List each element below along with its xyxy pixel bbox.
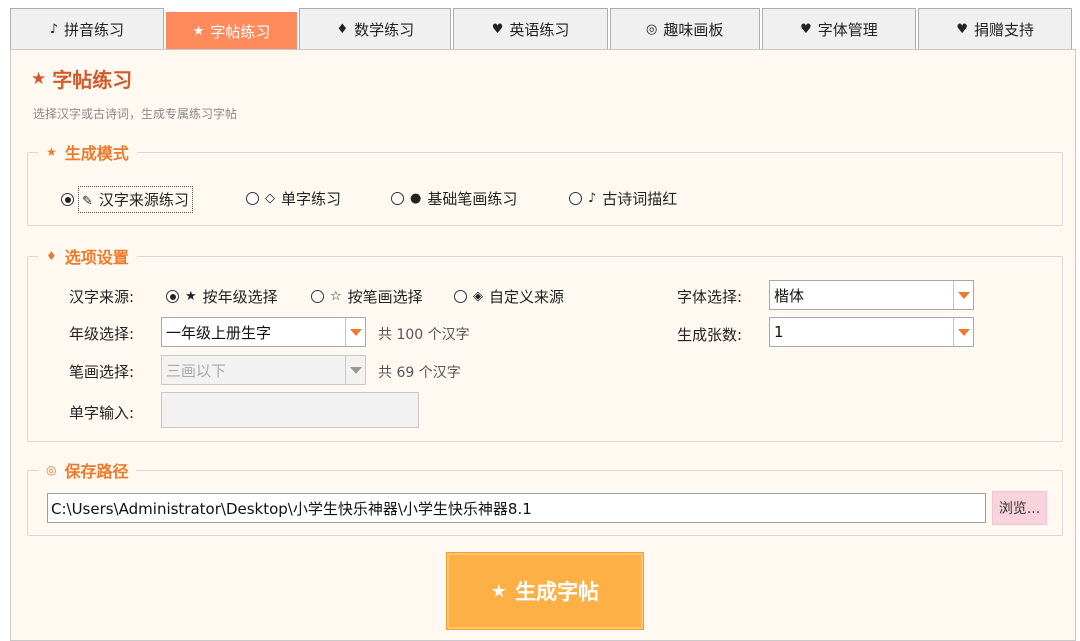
dropdown-arrow: [953, 318, 973, 346]
heart-icon: ♥: [491, 22, 504, 37]
tab-copybook[interactable]: ★ 字帖练习: [165, 12, 298, 50]
radio-text: 按年级选择: [202, 288, 278, 306]
sheets-label: 生成张数:: [677, 326, 743, 344]
tab-label: 英语练习: [509, 21, 570, 39]
radio-dot: [311, 290, 324, 303]
radio-text: 按笔画选择: [347, 288, 423, 306]
mode-group: ★ 生成模式: [27, 140, 1063, 226]
star-icon: ★: [185, 289, 197, 304]
sheets-select[interactable]: 1: [769, 317, 974, 347]
heart-icon: ♥: [800, 22, 812, 37]
radio-text: 古诗词描红: [602, 190, 678, 208]
dropdown-arrow: [345, 356, 365, 384]
options-legend-text: 选项设置: [64, 248, 129, 267]
chevron-down-icon: [349, 328, 362, 336]
star-icon: ★: [490, 580, 508, 602]
mode-radio-poetry-tracing[interactable]: ♪ 古诗词描红: [569, 188, 677, 209]
mode-radio-source-practice[interactable]: ✎ 汉字来源练习: [61, 186, 193, 213]
radio-text: 自定义来源: [489, 288, 565, 306]
diamond-icon: ♦: [46, 249, 57, 263]
pencil-icon: ✎: [82, 194, 93, 209]
tab-math[interactable]: ♦ 数学练习: [299, 8, 452, 50]
stroke-select[interactable]: 三画以下: [161, 355, 366, 385]
tab-label: 数学练习: [354, 21, 415, 39]
star-outline-icon: ☆: [330, 289, 342, 304]
radio-label: ✎ 汉字来源练习: [78, 186, 193, 213]
grade-label: 年级选择:: [69, 325, 135, 343]
radio-dot: [61, 193, 74, 206]
source-radio-by-stroke[interactable]: ☆ 按笔画选择: [311, 286, 423, 307]
page-title-text: 字帖练习: [52, 68, 133, 92]
music-note-icon: ♪: [49, 22, 58, 37]
font-label: 字体选择:: [677, 288, 743, 306]
source-radio-custom[interactable]: ◈ 自定义来源: [454, 286, 564, 307]
tab-label: 字帖练习: [210, 23, 271, 41]
generate-copybook-button[interactable]: ★ 生成字帖: [446, 552, 644, 630]
star-icon: ★: [46, 145, 57, 159]
mode-legend-text: 生成模式: [64, 144, 129, 163]
tab-label: 拼音练习: [63, 21, 124, 39]
heart-icon: ♥: [956, 22, 968, 37]
circle-icon: ◎: [46, 463, 57, 477]
tab-drawing-board[interactable]: ◎ 趣味画板: [609, 8, 760, 50]
tab-font-manager[interactable]: ♥ 字体管理: [761, 8, 917, 50]
stroke-count: 共 69 个汉字: [378, 365, 461, 381]
tab-english[interactable]: ♥ 英语练习: [453, 8, 608, 50]
generate-label: 生成字帖: [515, 580, 600, 604]
mode-radio-basic-strokes[interactable]: ● 基础笔画练习: [391, 188, 517, 209]
chevron-down-icon: [957, 291, 970, 299]
source-label: 汉字来源:: [69, 288, 135, 306]
radio-dot: [246, 192, 259, 205]
mode-radio-single-char[interactable]: ◇ 单字练习: [246, 188, 341, 209]
stroke-label: 笔画选择:: [69, 363, 135, 381]
stroke-select-value: 三画以下: [166, 361, 227, 380]
char-input-label: 单字输入:: [69, 404, 135, 422]
chevron-down-icon: [349, 366, 362, 374]
radio-text: 基础笔画练习: [427, 190, 518, 208]
browse-button[interactable]: 浏览...: [992, 491, 1047, 525]
page-title: ★ 字帖练习: [31, 64, 132, 93]
diamond-outline-icon: ◇: [265, 191, 275, 206]
radio-text: 汉字来源练习: [98, 191, 189, 209]
radio-text: 单字练习: [281, 190, 342, 208]
circle-icon: ◎: [646, 22, 658, 37]
bullet-icon: ●: [410, 191, 422, 206]
source-radio-by-grade[interactable]: ★ 按年级选择: [166, 286, 278, 307]
radio-dot: [569, 192, 582, 205]
sheets-select-value: 1: [774, 323, 784, 341]
font-select[interactable]: 楷体: [769, 280, 974, 310]
grade-count: 共 100 个汉字: [378, 327, 470, 343]
save-path-input[interactable]: C:\Users\Administrator\Desktop\小学生快乐神器\小…: [47, 493, 986, 523]
copybook-panel: ★ 字帖练习 选择汉字或古诗词，生成专属练习字帖 ★ 生成模式 ✎ 汉字来源练习 …: [10, 49, 1076, 641]
save-path-legend: ◎ 保存路径: [38, 458, 137, 482]
grade-select[interactable]: 一年级上册生字: [161, 317, 366, 347]
radio-dot: [391, 192, 404, 205]
tab-bar: ♪ 拼音练习 ★ 字帖练习 ♦ 数学练习 ♥ 英语练习 ◎ 趣味画板 ♥ 字体管…: [10, 6, 1074, 50]
options-legend: ♦ 选项设置: [38, 244, 137, 268]
diamond-icon: ♦: [336, 22, 349, 37]
tab-label: 捐赠支持: [973, 21, 1034, 39]
tab-label: 字体管理: [817, 21, 878, 39]
radio-dot: [166, 290, 179, 303]
dropdown-arrow: [345, 318, 365, 346]
tab-donate[interactable]: ♥ 捐赠支持: [918, 8, 1072, 50]
star-icon: ★: [192, 24, 205, 39]
music-note-icon: ♪: [588, 191, 597, 206]
mode-legend: ★ 生成模式: [38, 140, 137, 164]
font-select-value: 楷体: [774, 286, 805, 305]
star-icon: ★: [31, 68, 47, 89]
page-subtitle: 选择汉字或古诗词，生成专属练习字帖: [33, 107, 238, 121]
save-path-legend-text: 保存路径: [64, 462, 129, 481]
diamond-dot-icon: ◈: [473, 289, 483, 304]
chevron-down-icon: [957, 328, 970, 336]
radio-dot: [454, 290, 467, 303]
char-input[interactable]: [161, 392, 419, 428]
grade-select-value: 一年级上册生字: [166, 323, 272, 342]
tab-label: 趣味画板: [663, 21, 724, 39]
dropdown-arrow: [953, 281, 973, 309]
tab-pinyin[interactable]: ♪ 拼音练习: [10, 8, 164, 50]
